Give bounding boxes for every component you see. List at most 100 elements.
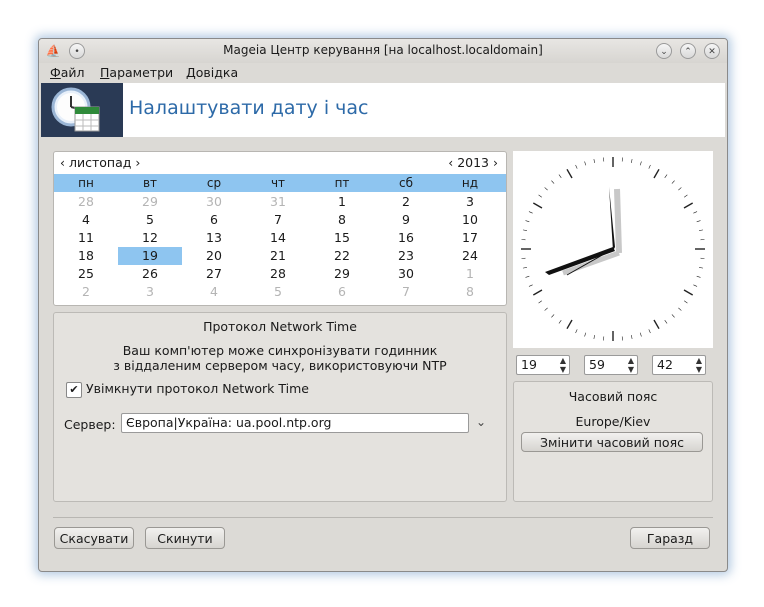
- clock-tick: [558, 174, 562, 178]
- spin-arrows-icon[interactable]: ▲ ▼: [628, 356, 634, 374]
- prev-month-button[interactable]: ‹: [60, 155, 65, 170]
- calendar-day[interactable]: 11: [54, 229, 118, 247]
- ntp-panel: Протокол Network Time Ваш комп'ютер може…: [53, 312, 507, 502]
- calendar-day[interactable]: 24: [438, 247, 502, 265]
- calendar-day[interactable]: 28: [54, 193, 118, 211]
- minutes-value: 59: [589, 357, 605, 372]
- calendar-day[interactable]: 27: [182, 265, 246, 283]
- clock-tick: [593, 335, 595, 340]
- clock-tick: [696, 275, 701, 278]
- calendar-day[interactable]: 14: [246, 229, 310, 247]
- clock-tick: [532, 202, 543, 209]
- enable-ntp-label[interactable]: Увімкнути протокол Network Time: [86, 381, 309, 396]
- minimize-button[interactable]: ⌄: [656, 43, 672, 59]
- ntp-description-line2: з віддаленим сервером часу, використовую…: [113, 358, 447, 373]
- calendar-day[interactable]: 15: [310, 229, 374, 247]
- weekday-label: вт: [142, 176, 158, 190]
- timezone-panel: Часовий пояс Europe/Kiev Змінити часовий…: [513, 381, 713, 502]
- calendar-day[interactable]: 30: [374, 265, 438, 283]
- calendar-day[interactable]: 2: [54, 283, 118, 301]
- clock-tick: [683, 202, 694, 209]
- calendar-day[interactable]: 5: [118, 211, 182, 229]
- hours-spinbox[interactable]: 19 ▲ ▼: [516, 355, 570, 375]
- clock-tick: [575, 164, 578, 169]
- server-field[interactable]: Європа|Україна: ua.pool.ntp.org: [121, 413, 469, 433]
- calendar-day[interactable]: 30: [182, 193, 246, 211]
- month-selector[interactable]: ‹ листопад ›: [60, 155, 140, 170]
- calendar-day[interactable]: 28: [246, 265, 310, 283]
- page-title: Налаштувати дату і час: [129, 97, 369, 119]
- cancel-button[interactable]: Скасувати: [54, 527, 134, 549]
- calendar-day[interactable]: 4: [54, 211, 118, 229]
- close-button[interactable]: ✕: [704, 43, 720, 59]
- ntp-title: Протокол Network Time: [203, 319, 357, 334]
- calendar-day[interactable]: 7: [246, 211, 310, 229]
- clock-tick: [593, 158, 595, 163]
- calendar-day[interactable]: 12: [118, 229, 182, 247]
- clock-tick: [525, 275, 530, 278]
- calendar-day[interactable]: 20: [182, 247, 246, 265]
- clock-tick: [525, 220, 530, 223]
- menu-help[interactable]: Довідка: [186, 65, 238, 80]
- clock-tick: [653, 168, 660, 179]
- clock-tick: [664, 174, 668, 178]
- calendar-day[interactable]: 3: [438, 193, 502, 211]
- calendar-day[interactable]: 2: [374, 193, 438, 211]
- enable-ntp-checkbox[interactable]: ✔: [66, 382, 82, 398]
- clock-tick: [693, 284, 698, 287]
- selected-day[interactable]: 19: [118, 247, 182, 265]
- calendar-day[interactable]: 10: [438, 211, 502, 229]
- calendar-day[interactable]: 8: [310, 211, 374, 229]
- calendar-day[interactable]: 6: [310, 283, 374, 301]
- calendar-day[interactable]: 29: [310, 265, 374, 283]
- year-label: 2013: [457, 155, 490, 170]
- spin-arrows-icon[interactable]: ▲ ▼: [696, 356, 702, 374]
- seconds-spinbox[interactable]: 42 ▲ ▼: [652, 355, 706, 375]
- reset-button[interactable]: Скинути: [145, 527, 225, 549]
- weekday-label: ср: [206, 176, 222, 190]
- minutes-spinbox[interactable]: 59 ▲ ▼: [584, 355, 638, 375]
- calendar: ‹ листопад › ‹ 2013 › пн вт ср чт пт сб нд 28 2…: [53, 151, 507, 306]
- menubar: Файл Параметри Довідка: [39, 63, 727, 83]
- maximize-button[interactable]: ⌃: [680, 43, 696, 59]
- calendar-day[interactable]: 6: [182, 211, 246, 229]
- chevron-down-icon[interactable]: ⌄: [476, 415, 486, 429]
- calendar-day[interactable]: 22: [310, 247, 374, 265]
- calendar-day[interactable]: 31: [246, 193, 310, 211]
- calendar-day[interactable]: 9: [374, 211, 438, 229]
- menu-options[interactable]: Параметри: [100, 65, 173, 80]
- menu-file[interactable]: Файл: [50, 65, 85, 80]
- calendar-day[interactable]: 26: [118, 265, 182, 283]
- calendar-day[interactable]: 4: [182, 283, 246, 301]
- change-timezone-button[interactable]: Змінити часовий пояс: [521, 432, 703, 452]
- weekday-label: сб: [399, 176, 413, 190]
- calendar-day[interactable]: 17: [438, 229, 502, 247]
- clock-tick: [678, 187, 682, 191]
- spin-arrows-icon[interactable]: ▲ ▼: [560, 356, 566, 374]
- ntp-description-line1: Ваш комп'ютер може синхронізувати годинн…: [122, 343, 438, 358]
- calendar-day[interactable]: 25: [54, 265, 118, 283]
- clock-tick: [558, 320, 562, 324]
- year-selector[interactable]: ‹ 2013 ›: [448, 155, 498, 170]
- next-year-button[interactable]: ›: [493, 155, 498, 170]
- calendar-day[interactable]: 18: [54, 247, 118, 265]
- calendar-day[interactable]: 8: [438, 283, 502, 301]
- next-month-button[interactable]: ›: [135, 155, 140, 170]
- calendar-day[interactable]: 21: [246, 247, 310, 265]
- clock-tick: [566, 168, 573, 179]
- calendar-day[interactable]: 23: [374, 247, 438, 265]
- divider: [53, 517, 713, 518]
- clock-tick: [551, 314, 555, 318]
- calendar-day[interactable]: 7: [374, 283, 438, 301]
- calendar-day[interactable]: 1: [310, 193, 374, 211]
- calendar-day[interactable]: 13: [182, 229, 246, 247]
- timezone-title: Часовий пояс: [568, 389, 658, 404]
- ok-button[interactable]: Гаразд: [630, 527, 710, 549]
- calendar-day[interactable]: 1: [438, 265, 502, 283]
- calendar-day[interactable]: 3: [118, 283, 182, 301]
- calendar-day[interactable]: 16: [374, 229, 438, 247]
- calendar-day[interactable]: 29: [118, 193, 182, 211]
- calendar-day[interactable]: 5: [246, 283, 310, 301]
- prev-year-button[interactable]: ‹: [448, 155, 453, 170]
- clock-tick: [684, 300, 688, 304]
